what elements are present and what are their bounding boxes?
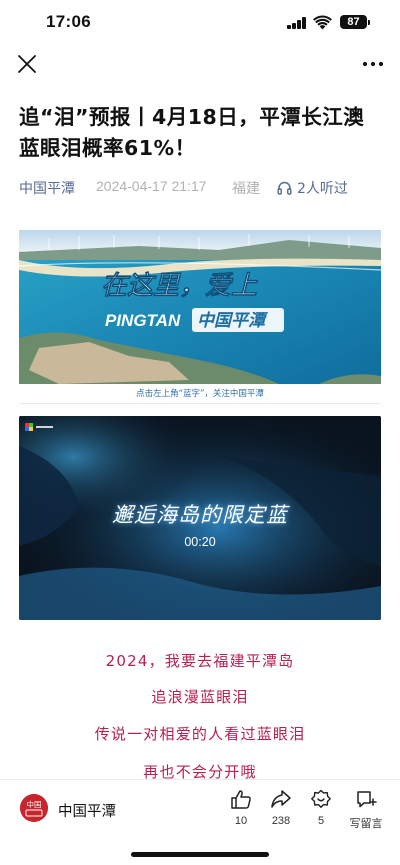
body-line: 追浪漫蓝眼泪 [151,688,249,706]
more-icon[interactable] [360,57,386,71]
article-meta: 中国平潭 2024-04-17 21:17 福建 2人听过 [19,178,389,198]
wifi-icon [313,15,332,30]
video-logo [25,423,53,431]
share-icon [271,790,291,808]
banner-slogan: 在这里，爱上 [101,271,258,301]
status-time: 17:06 [46,12,91,31]
publish-location: 福建 [232,181,260,197]
comment-icon [357,791,377,808]
account-link[interactable]: 中国平潭 [19,178,75,198]
close-icon[interactable] [16,53,38,75]
banner-caption: 点击左上角“蓝字”，关注中国平潭 [136,389,264,399]
recommend-button[interactable]: 5 [299,789,343,827]
article-title: 追“泪”预报丨4月18日，平潭长江澳蓝眼泪概率61%！ [19,105,365,160]
like-count: 10 [234,815,248,827]
bottom-account-name[interactable]: 中国平潭 [58,800,116,821]
video-tagline: 邂逅海岛的限定蓝 [112,503,288,527]
like-button[interactable]: 10 [219,789,263,827]
recommend-count: 5 [317,815,325,827]
battery-tip [368,19,370,25]
cellular-signal-icon [287,17,307,29]
listen-count[interactable]: 2人听过 [297,178,348,198]
video-duration: 00:20 [184,535,216,549]
share-button[interactable]: 238 [259,789,303,827]
recommend-icon [311,789,331,808]
headphone-icon[interactable] [277,180,292,195]
video-player[interactable]: 邂逅海岛的限定蓝 00:20 [19,416,381,620]
body-line: 传说一对相爱的人看过蓝眼泪 [94,725,306,743]
battery-icon: 87 [340,15,367,29]
banner-image: 在这里，爱上 PINGTAN 中国平潭 [19,230,381,384]
comment-label: 写留言 [349,818,383,830]
thumbs-up-icon [231,790,251,809]
publish-date: 2024-04-17 21:17 [96,178,207,194]
status-bar: 17:06 87 [0,0,400,44]
body-line: 2024，我要去福建平潭岛 [105,652,295,670]
account-avatar[interactable]: 中国 [20,794,48,822]
share-count: 238 [271,815,291,827]
banner-brand-cn: 中国平潭 [197,311,268,331]
home-indicator[interactable] [131,852,269,857]
comment-button[interactable]: 写留言 [342,789,390,831]
banner-brand-en: PINGTAN [105,311,181,330]
avatar-text: 中国 [27,799,42,809]
banner-caption-bar: 点击左上角“蓝字”，关注中国平潭 [19,384,381,404]
